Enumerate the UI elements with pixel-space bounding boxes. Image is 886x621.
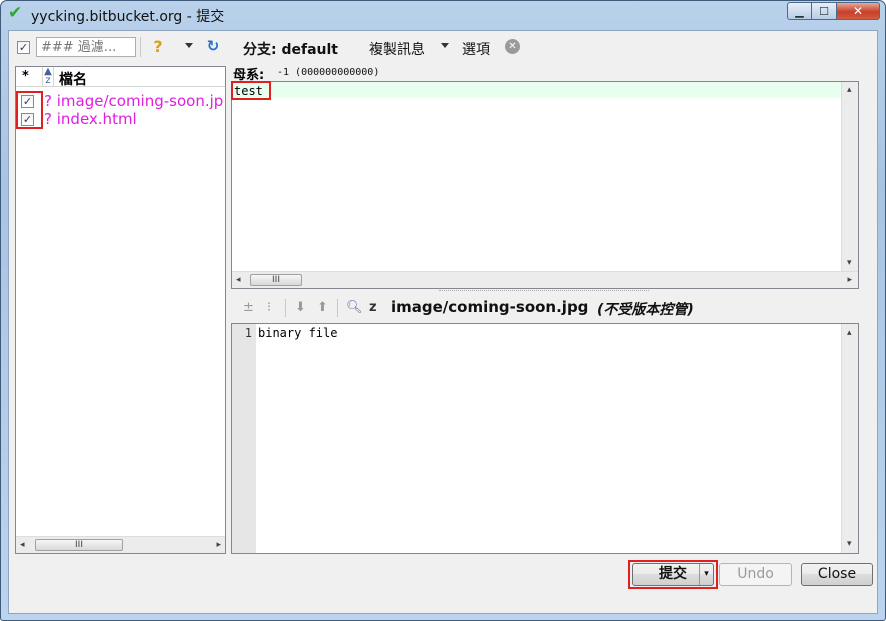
client-area: ✓ ? ↻ 分支: default 複製訊息 選項 ✕ * ▲z 檔名 ✓ ? … — [8, 30, 878, 614]
scroll-thumb[interactable]: III — [35, 539, 123, 551]
filter-input[interactable] — [36, 37, 136, 57]
message-hscrollbar[interactable]: ◂ III ▸ — [232, 271, 858, 288]
message-highlight-box — [231, 81, 271, 100]
close-circle-icon[interactable]: ✕ — [505, 39, 520, 54]
file-type-icon: z — [369, 300, 377, 315]
filename-column-header[interactable]: 檔名 — [59, 69, 87, 89]
prev-hunk-icon[interactable]: ⬆ — [317, 300, 328, 315]
commit-window: ✔ yycking.bitbucket.org - 提交 ▁ ☐ ✕ ✓ ? ↻… — [0, 0, 886, 621]
splitter-handle[interactable] — [439, 290, 649, 294]
add-hunk-icon[interactable]: ± — [243, 300, 254, 315]
scroll-right-icon[interactable]: ▸ — [216, 540, 221, 550]
chevron-down-icon[interactable] — [185, 43, 193, 48]
toolbar-separator — [285, 299, 286, 317]
copy-message-chevron-icon[interactable] — [441, 43, 449, 48]
toolbar-separator — [140, 37, 141, 57]
file-name: ? index.html — [44, 110, 137, 128]
next-hunk-icon[interactable]: ⬇ — [295, 300, 306, 315]
file-row[interactable]: ✓ ? image/coming-soon.jpg — [16, 92, 225, 110]
help-icon[interactable]: ? — [148, 37, 168, 57]
scroll-up-icon[interactable]: ▴ — [847, 328, 852, 338]
scroll-left-icon[interactable]: ◂ — [20, 540, 25, 550]
close-window-button[interactable]: ✕ — [837, 2, 880, 20]
file-list-hscrollbar[interactable]: ◂ III ▸ — [16, 536, 225, 553]
diff-vscrollbar[interactable]: ▴ ▾ — [841, 324, 858, 553]
scroll-right-icon[interactable]: ▸ — [847, 275, 852, 285]
file-list-panel: * ▲ z 檔名 ✓ ? image/coming-soon.jpg ✓ ? in… — [15, 66, 226, 554]
scroll-down-icon[interactable]: ▾ — [847, 539, 852, 549]
copy-message-menu[interactable]: 複製訊息 — [369, 39, 425, 59]
caption-buttons: ▁ ☐ ✕ — [787, 2, 880, 20]
window-title: yycking.bitbucket.org - 提交 — [31, 9, 225, 25]
commit-highlight-box — [628, 560, 718, 589]
scroll-thumb[interactable]: III — [250, 274, 302, 286]
diff-toolbar: ± ⁝ ⬇ ⬆ 🔍︎ z image/coming-soon.jpg (不受版本… — [231, 295, 859, 321]
maximize-button[interactable]: ☐ — [812, 2, 837, 20]
line-number: 1 — [244, 326, 252, 340]
status-column-header[interactable]: * — [22, 69, 29, 84]
file-name: ? image/coming-soon.jpg — [44, 92, 224, 110]
toolbar: ✓ ? ↻ 分支: default 複製訊息 選項 ✕ — [9, 31, 877, 65]
current-line-highlight — [232, 82, 841, 98]
options-menu[interactable]: 選項 — [462, 39, 490, 59]
commit-message-editor[interactable]: test ▴ ▾ ◂ III ▸ — [231, 81, 859, 289]
toolbar-separator — [337, 299, 338, 317]
scroll-left-icon[interactable]: ◂ — [236, 275, 241, 285]
file-row[interactable]: ✓ ? index.html — [16, 110, 225, 128]
branch-label: 分支: default — [243, 42, 338, 58]
diff-line-text: binary file — [258, 326, 338, 340]
search-icon[interactable]: 🔍︎ — [346, 300, 363, 315]
title-bar[interactable]: ✔ yycking.bitbucket.org - 提交 ▁ ☐ ✕ — [1, 1, 885, 29]
scroll-up-icon[interactable]: ▴ — [847, 85, 852, 95]
undo-button[interactable]: Undo — [719, 563, 792, 586]
minimize-button[interactable]: ▁ — [787, 2, 812, 20]
line-number-gutter: 1 — [232, 324, 256, 553]
refresh-icon[interactable]: ↻ — [204, 37, 222, 55]
diff-viewer[interactable]: 1 binary file ▴ ▾ — [231, 323, 859, 554]
sort-icon[interactable]: ▲ z — [42, 67, 54, 87]
select-all-checkbox[interactable]: ✓ — [17, 41, 30, 54]
checkbox-highlight-box — [16, 91, 43, 129]
parent-value: -1 (000000000000) — [277, 67, 380, 78]
scroll-down-icon[interactable]: ▾ — [847, 258, 852, 268]
untracked-note: (不受版本控管) — [597, 302, 694, 318]
close-button[interactable]: Close — [801, 563, 873, 586]
check-icon: ✔ — [8, 3, 23, 23]
diff-file-name: image/coming-soon.jpg — [391, 298, 589, 316]
file-list-header: * ▲ z 檔名 — [16, 67, 225, 89]
split-icon[interactable]: ⁝ — [267, 300, 271, 315]
message-vscrollbar[interactable]: ▴ ▾ — [841, 82, 858, 271]
